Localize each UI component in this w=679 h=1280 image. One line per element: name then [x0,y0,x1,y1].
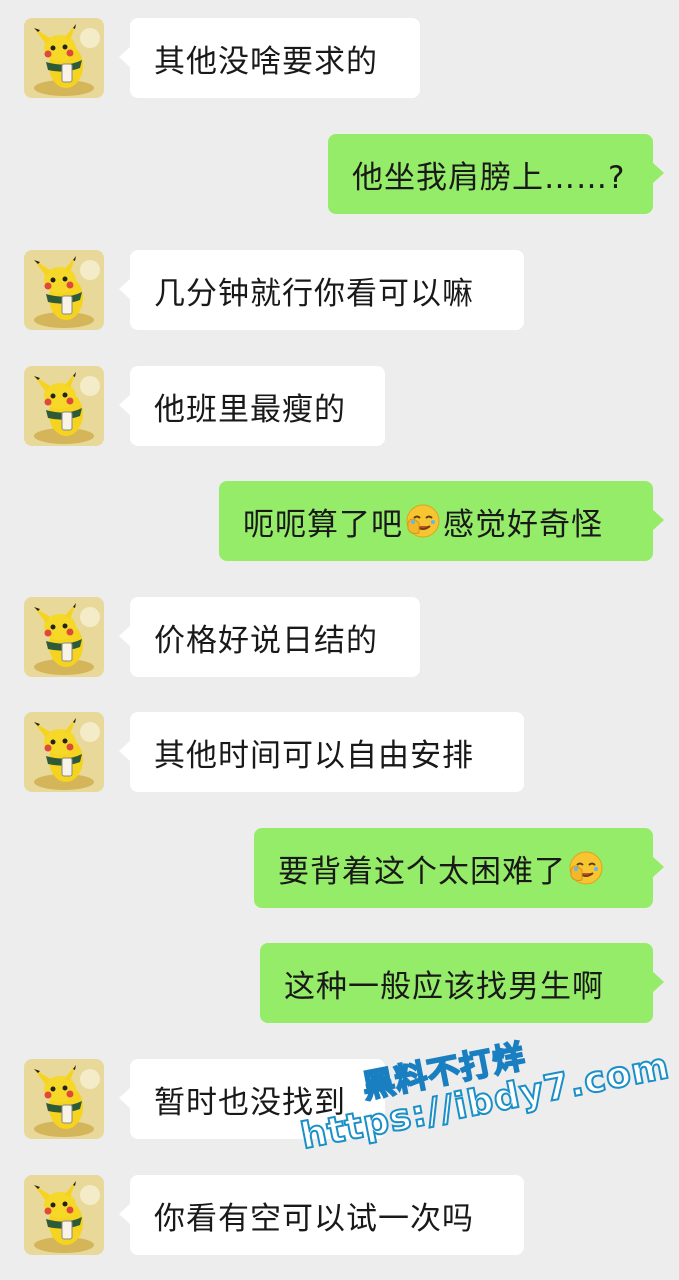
incoming-message-bubble[interactable]: 你看有空可以试一次吗 [119,1175,524,1255]
incoming-message-bubble[interactable]: 几分钟就行你看可以嘛 [119,250,524,330]
message-text: 几分钟就行你看可以嘛 [154,275,474,312]
message-text: 你看有空可以试一次吗 [154,1200,474,1237]
message-text: 其他没啥要求的 [154,43,378,80]
message-text: 要背着这个太困难了 [278,853,566,890]
incoming-message-bubble[interactable]: 价格好说日结的 [119,597,420,677]
incoming-message-bubble[interactable]: 他班里最瘦的 [119,366,385,446]
message-text: 他班里最瘦的 [154,391,346,428]
pikachu-avatar-icon [24,597,104,677]
pikachu-avatar-icon [24,18,104,98]
facepalm-emoji-icon [405,503,441,539]
message-text: 感觉好奇怪 [443,506,603,543]
pikachu-avatar-icon [24,1175,104,1255]
contact-avatar[interactable] [24,712,104,792]
outgoing-message-bubble[interactable]: 他坐我肩膀上……? [328,134,664,214]
pikachu-avatar-icon [24,250,104,330]
facepalm-emoji-icon [568,850,604,886]
contact-avatar[interactable] [24,1059,104,1139]
contact-avatar[interactable] [24,597,104,677]
incoming-message-bubble[interactable]: 其他没啥要求的 [119,18,420,98]
contact-avatar[interactable] [24,18,104,98]
contact-avatar[interactable] [24,366,104,446]
incoming-message-bubble[interactable]: 其他时间可以自由安排 [119,712,524,792]
message-text: 这种一般应该找男生啊 [284,968,604,1005]
pikachu-avatar-icon [24,712,104,792]
contact-avatar[interactable] [24,250,104,330]
outgoing-message-bubble[interactable]: 要背着这个太困难了 [254,828,664,908]
message-text: 呃呃算了吧 [243,506,403,543]
message-text: 他坐我肩膀上……? [352,159,626,196]
pikachu-avatar-icon [24,366,104,446]
outgoing-message-bubble[interactable]: 呃呃算了吧 感觉好奇怪 [219,481,664,561]
message-text: 其他时间可以自由安排 [154,737,474,774]
outgoing-message-bubble[interactable]: 这种一般应该找男生啊 [260,943,664,1023]
message-text: 价格好说日结的 [154,622,378,659]
pikachu-avatar-icon [24,1059,104,1139]
watermark: 黑料不打烊 https://ibdy7.com [290,1015,675,1184]
contact-avatar[interactable] [24,1175,104,1255]
